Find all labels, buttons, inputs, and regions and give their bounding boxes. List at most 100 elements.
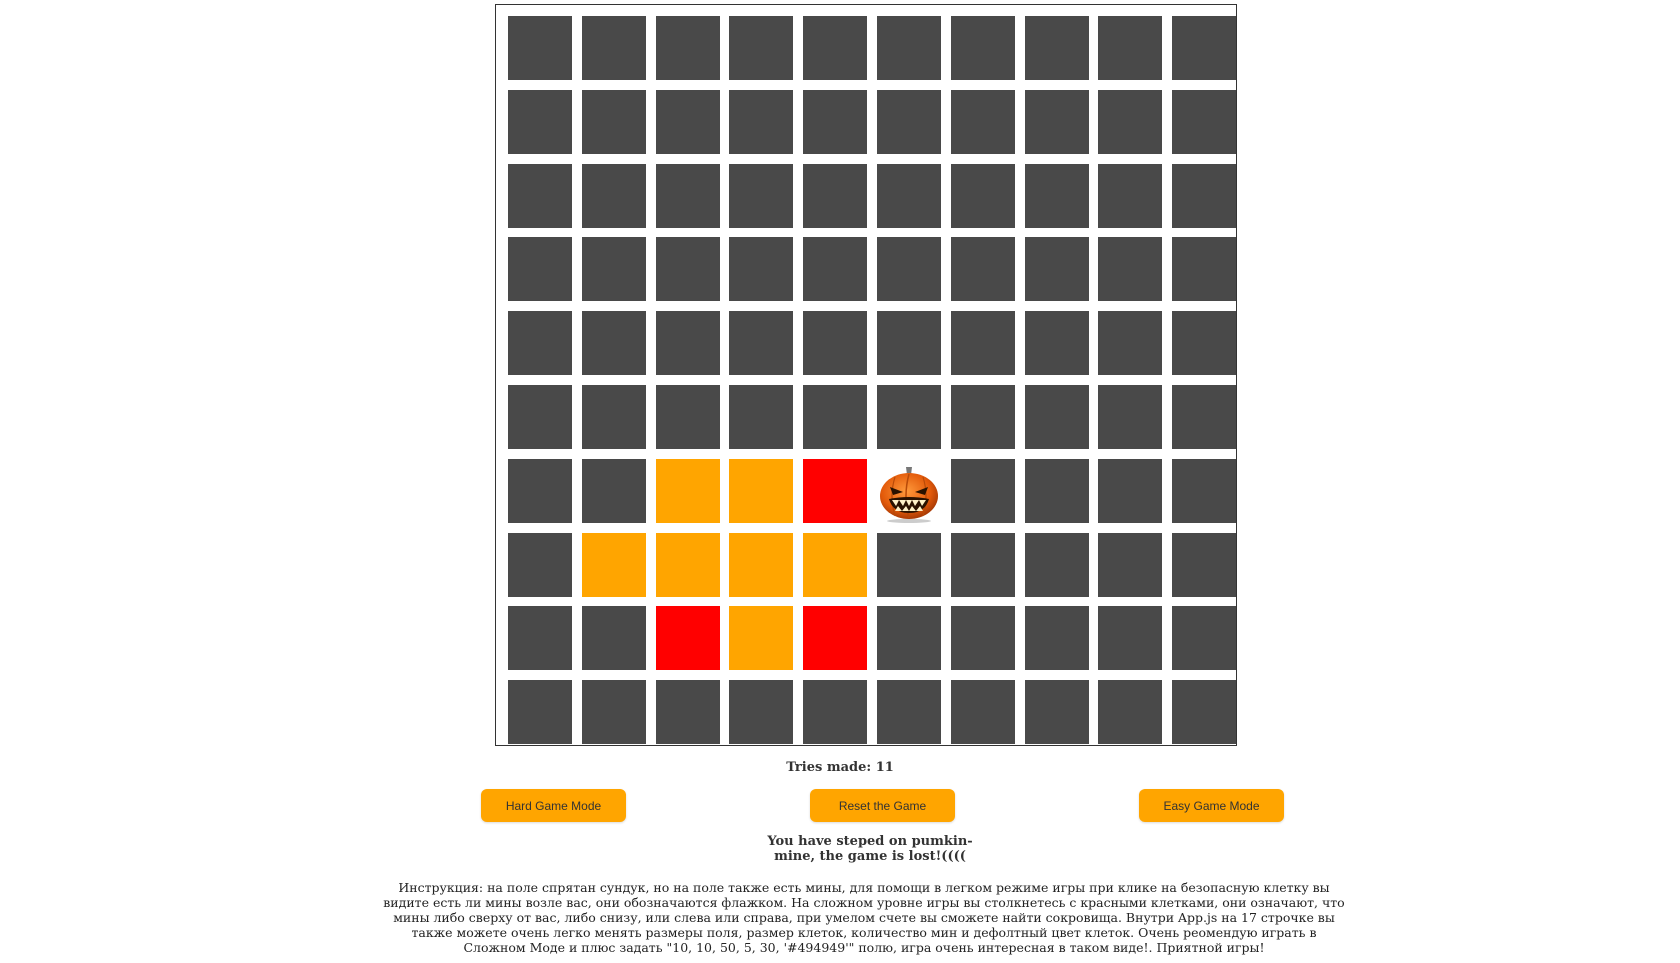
board-cell[interactable] [581,606,646,671]
board-cell[interactable] [877,606,941,671]
board-cell[interactable] [1024,680,1089,745]
board-cell[interactable] [1024,532,1089,597]
board-cell[interactable] [655,458,720,523]
board-cell[interactable] [1172,163,1237,228]
board-cell[interactable] [508,680,572,745]
board-cell[interactable] [655,237,720,302]
board-cell[interactable] [655,606,720,671]
board-cell[interactable] [877,237,941,302]
board-cell[interactable] [581,237,646,302]
board-cell[interactable] [508,311,572,376]
board-cell[interactable] [655,385,720,449]
board-cell[interactable] [655,16,720,80]
board-cell[interactable] [950,163,1015,228]
board-cell[interactable] [655,532,720,597]
board-cell[interactable] [1024,16,1089,80]
board-cell[interactable] [877,16,941,80]
board-cell[interactable] [877,311,941,376]
board-cell[interactable] [1024,89,1089,154]
board-cell[interactable] [581,89,646,154]
board-cell[interactable] [729,311,794,376]
board-cell[interactable] [581,16,646,80]
board-cell[interactable] [803,385,868,449]
board-cell[interactable] [655,311,720,376]
board-cell[interactable] [950,680,1015,745]
board-cell[interactable] [803,311,868,376]
board-cell[interactable] [1172,311,1237,376]
board-cell[interactable] [803,16,868,80]
board-cell[interactable] [1098,311,1163,376]
board-cell[interactable] [877,385,941,449]
board-cell[interactable] [1098,458,1163,523]
board-cell[interactable] [803,532,868,597]
board-cell[interactable] [1098,680,1163,745]
board-cell[interactable] [655,680,720,745]
board-cell[interactable] [581,458,646,523]
board-cell[interactable] [508,163,572,228]
board-cell[interactable] [729,532,794,597]
board-cell[interactable] [950,89,1015,154]
board-cell[interactable] [1172,458,1237,523]
hard-mode-button[interactable]: Hard Game Mode [481,789,626,822]
board-cell[interactable] [803,680,868,745]
board-cell[interactable] [581,163,646,228]
board-cell[interactable] [1098,237,1163,302]
easy-mode-button[interactable]: Easy Game Mode [1139,789,1284,822]
board-cell[interactable] [729,163,794,228]
board-cell[interactable] [1024,606,1089,671]
board-cell[interactable] [950,458,1015,523]
board-cell[interactable] [1098,385,1163,449]
board-cell[interactable] [1024,237,1089,302]
board-cell[interactable] [581,311,646,376]
board-cell[interactable] [803,458,868,523]
board-cell[interactable] [950,606,1015,671]
board-cell[interactable] [508,89,572,154]
reset-button[interactable]: Reset the Game [810,789,955,822]
board-cell[interactable] [729,237,794,302]
board-cell[interactable] [950,311,1015,376]
board-cell[interactable] [729,458,794,523]
board-cell[interactable] [655,89,720,154]
board-cell[interactable] [1024,458,1089,523]
board-cell[interactable] [877,532,941,597]
board-cell[interactable] [803,237,868,302]
board-cell[interactable] [1024,311,1089,376]
board-cell[interactable] [803,89,868,154]
board-cell[interactable] [729,89,794,154]
board-cell[interactable] [1024,385,1089,449]
board-cell[interactable] [1172,89,1237,154]
board-cell[interactable] [1172,680,1237,745]
board-cell[interactable] [1172,16,1237,80]
board-cell[interactable] [1098,163,1163,228]
board-cell[interactable] [1024,163,1089,228]
board-cell[interactable] [1172,532,1237,597]
board-cell[interactable] [877,163,941,228]
board-cell[interactable] [508,385,572,449]
board-cell[interactable] [508,532,572,597]
board-cell[interactable] [581,385,646,449]
board-cell[interactable] [950,16,1015,80]
board-cell[interactable] [508,606,572,671]
board-cell[interactable] [877,89,941,154]
mine-cell[interactable] [877,458,941,523]
board-cell[interactable] [803,606,868,671]
board-cell[interactable] [1098,16,1163,80]
board-cell[interactable] [1172,385,1237,449]
board-cell[interactable] [655,163,720,228]
board-cell[interactable] [1098,532,1163,597]
board-cell[interactable] [508,458,572,523]
board-cell[interactable] [729,680,794,745]
board-cell[interactable] [950,385,1015,449]
board-cell[interactable] [1098,89,1163,154]
board-cell[interactable] [508,16,572,80]
board-cell[interactable] [581,680,646,745]
board-cell[interactable] [1172,237,1237,302]
board-cell[interactable] [1098,606,1163,671]
board-cell[interactable] [581,532,646,597]
board-cell[interactable] [950,532,1015,597]
board-cell[interactable] [729,385,794,449]
board-cell[interactable] [803,163,868,228]
board-cell[interactable] [877,680,941,745]
board-cell[interactable] [1172,606,1237,671]
board-cell[interactable] [950,237,1015,302]
